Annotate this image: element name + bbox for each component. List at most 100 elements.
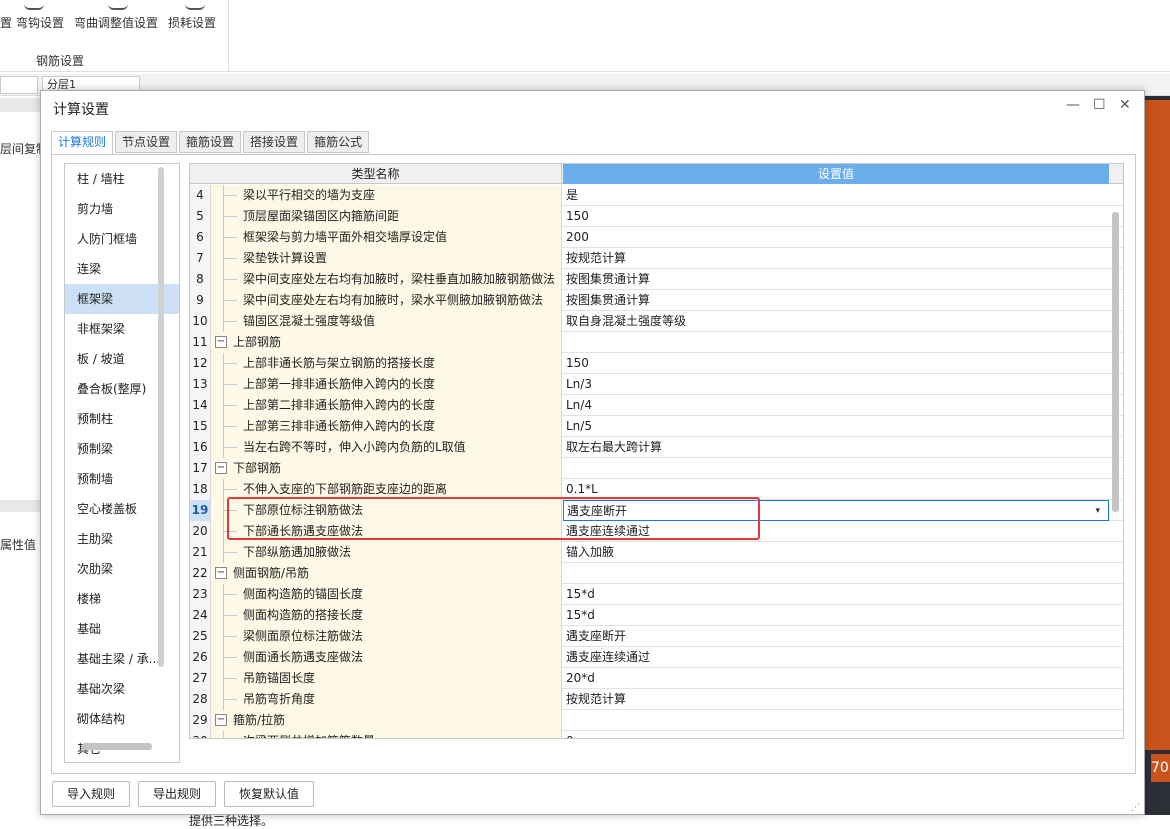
grid-row[interactable]: 29− 箍筋/拉筋 [190, 710, 1123, 731]
row-number: 25 [190, 626, 211, 647]
grid-row[interactable]: 13 上部第一排非通长筋伸入跨内的长度 Ln/3 [190, 374, 1123, 395]
tree-line [223, 216, 237, 217]
minimize-icon[interactable]: — [1066, 97, 1080, 113]
row-value-cell[interactable]: 取左右最大跨计算 [563, 437, 1109, 458]
ribbon-item-partial[interactable]: 置 [0, 14, 12, 31]
row-value-label: 按图集贯通计算 [566, 293, 651, 307]
grid-row[interactable]: 16 当左右跨不等时，伸入小跨内负筋的L取值 取左右最大跨计算 [190, 437, 1123, 458]
grid-row[interactable]: 8 梁中间支座处左右均有加腋时，梁柱垂直加腋加腋钢筋做法 按图集贯通计算 [190, 269, 1123, 290]
maximize-icon[interactable]: ☐ [1093, 97, 1106, 113]
row-name-cell: 上部非通长筋与架立钢筋的搭接长度 [211, 353, 562, 374]
collapse-icon[interactable]: − [215, 462, 227, 474]
row-number: 18 [190, 479, 211, 500]
ribbon-group-label: 钢筋设置 [36, 54, 85, 68]
grid-row[interactable]: 17− 下部钢筋 [190, 458, 1123, 479]
import-rules-button[interactable]: 导入规则 [52, 781, 131, 807]
row-value-cell[interactable]: 15*d [563, 584, 1109, 605]
tab-panel: 柱 / 墙柱 剪力墙 人防门框墙 连梁 框架梁 非框架梁板 / 坡道 叠合板(整厚) 预制柱预… [51, 154, 1136, 828]
row-value-cell[interactable] [563, 563, 1109, 584]
dropdown-arrow-icon[interactable]: ▾ [1095, 501, 1100, 522]
tab-calc-rules[interactable]: 计算规则 [51, 131, 114, 155]
row-value-cell[interactable]: 150 [563, 353, 1109, 374]
row-value-cell[interactable]: 按图集贯通计算 [563, 269, 1109, 290]
grid-row[interactable]: 14 上部第二排非通长筋伸入跨内的长度 Ln/4 [190, 395, 1123, 416]
tree-line [223, 237, 237, 238]
component-list-item[interactable]: 砌体结构 [65, 704, 179, 734]
row-number: 17 [190, 458, 211, 479]
grid-row[interactable]: 21 下部纵筋遇加腋做法 锚入加腋 [190, 542, 1123, 563]
row-value-label: 0.1*L [566, 482, 598, 496]
row-name-label: 上部钢筋 [233, 335, 282, 349]
row-value-cell[interactable]: 遇支座断开 [563, 626, 1109, 647]
grid-row[interactable]: 6 框架梁与剪力墙平面外相交墙厚设定值 200 [190, 227, 1123, 248]
row-value-cell[interactable] [563, 332, 1109, 353]
grid-row[interactable]: 7 梁垫铁计算设置 按规范计算 [190, 248, 1123, 269]
row-value-cell[interactable]: 遇支座连续通过 [563, 647, 1109, 668]
grid-row[interactable]: 11− 上部钢筋 [190, 332, 1123, 353]
row-value-cell[interactable]: 是 [563, 185, 1109, 206]
row-value-cell[interactable]: 20*d [563, 668, 1109, 689]
collapse-icon[interactable]: − [215, 336, 227, 348]
grid-row[interactable]: 24 侧面构造筋的搭接长度 15*d [190, 605, 1123, 626]
row-value-cell[interactable]: 按图集贯通计算 [563, 290, 1109, 311]
row-value-cell[interactable]: Ln/3 [563, 374, 1109, 395]
ribbon-bend-adjust-settings[interactable]: 弯曲调整值设置 [74, 14, 158, 31]
grid-row[interactable]: 5 顶层屋面梁锚固区内箍筋间距 150 [190, 206, 1123, 227]
tree-line [223, 363, 237, 364]
restore-defaults-button[interactable]: 恢复默认值 [224, 781, 315, 807]
grid-row[interactable]: 25 梁侧面原位标注筋做法 遇支座断开 [190, 626, 1123, 647]
grid-row[interactable]: 26 侧面通长筋遇支座做法 遇支座连续通过 [190, 647, 1123, 668]
export-rules-button[interactable]: 导出规则 [138, 781, 217, 807]
grid-row[interactable]: 23 侧面构造筋的锚固长度 15*d [190, 584, 1123, 605]
row-number: 13 [190, 374, 211, 395]
row-name-cell: 上部第三排非通长筋伸入跨内的长度 [211, 416, 562, 437]
grid-row[interactable]: 9 梁中间支座处左右均有加腋时，梁水平侧腋加腋钢筋做法 按图集贯通计算 [190, 290, 1123, 311]
row-name-cell: 吊筋弯折角度 [211, 689, 562, 710]
row-name-label: 梁以平行相交的墙为支座 [243, 188, 376, 202]
row-value-cell[interactable]: 0 [563, 731, 1109, 738]
row-name-cell: 梁中间支座处左右均有加腋时，梁柱垂直加腋加腋钢筋做法 [211, 269, 562, 290]
ribbon-loss-settings[interactable]: 损耗设置 [168, 14, 216, 31]
collapse-icon[interactable]: − [215, 714, 227, 726]
background-select-1[interactable] [0, 76, 38, 94]
background-left-panel: 层间复制 属性值 [0, 96, 48, 815]
row-value-cell[interactable]: 取自身混凝土强度等级 [563, 311, 1109, 332]
grid-row[interactable]: 15 上部第三排非通长筋伸入跨内的长度 Ln/5 [190, 416, 1123, 437]
row-value-cell[interactable] [563, 458, 1109, 479]
list-horizontal-scrollbar[interactable] [82, 743, 152, 750]
row-value-cell[interactable]: Ln/5 [563, 416, 1109, 437]
grid-row[interactable]: 10 锚固区混凝土强度等级值 取自身混凝土强度等级 [190, 311, 1123, 332]
row-value-cell[interactable]: 按规范计算 [563, 248, 1109, 269]
tab-stirrup-formula[interactable]: 箍筋公式 [307, 131, 370, 153]
grid-row[interactable]: 22− 侧面钢筋/吊筋 [190, 563, 1123, 584]
grid-row[interactable]: 4 梁以平行相交的墙为支座 是 [190, 185, 1123, 206]
resize-grip-icon[interactable]: ⋰ [1131, 803, 1140, 813]
tree-line [223, 405, 237, 406]
grid-row[interactable]: 27 吊筋锚固长度 20*d [190, 668, 1123, 689]
settings-tabs: 计算规则 节点设置 箍筋设置 搭接设置 箍筋公式 [51, 131, 370, 155]
row-value-cell[interactable]: 15*d [563, 605, 1109, 626]
row-value-cell[interactable] [563, 710, 1109, 731]
list-scrollbar[interactable] [158, 167, 164, 667]
loss-icon [185, 0, 205, 10]
tab-stirrup-settings[interactable]: 箍筋设置 [179, 131, 242, 153]
grid-row[interactable]: 30 次梁两侧共增加箍筋数量 0 [190, 731, 1123, 738]
tree-line [223, 279, 237, 280]
column-header-value[interactable]: 设置值 [563, 164, 1109, 184]
tab-lap-settings[interactable]: 搭接设置 [243, 131, 306, 153]
grid-row[interactable]: 12 上部非通长筋与架立钢筋的搭接长度 150 [190, 353, 1123, 374]
row-value-cell[interactable]: 150 [563, 206, 1109, 227]
row-value-cell[interactable]: Ln/4 [563, 395, 1109, 416]
ribbon-hook-settings[interactable]: 弯钩设置 [16, 14, 64, 31]
row-value-label: 按规范计算 [566, 251, 627, 265]
row-value-cell[interactable]: 按规范计算 [563, 689, 1109, 710]
close-icon[interactable]: ✕ [1119, 97, 1131, 113]
grid-row[interactable]: 28 吊筋弯折角度 按规范计算 [190, 689, 1123, 710]
tab-node-settings[interactable]: 节点设置 [115, 131, 178, 153]
grid-scrollbar[interactable] [1112, 212, 1119, 512]
column-header-name[interactable]: 类型名称 [190, 164, 562, 184]
component-list-item[interactable]: 基础次梁 [65, 674, 179, 704]
row-value-cell[interactable]: 200 [563, 227, 1109, 248]
collapse-icon[interactable]: − [215, 567, 227, 579]
row-value-cell[interactable]: 锚入加腋 [563, 542, 1109, 563]
